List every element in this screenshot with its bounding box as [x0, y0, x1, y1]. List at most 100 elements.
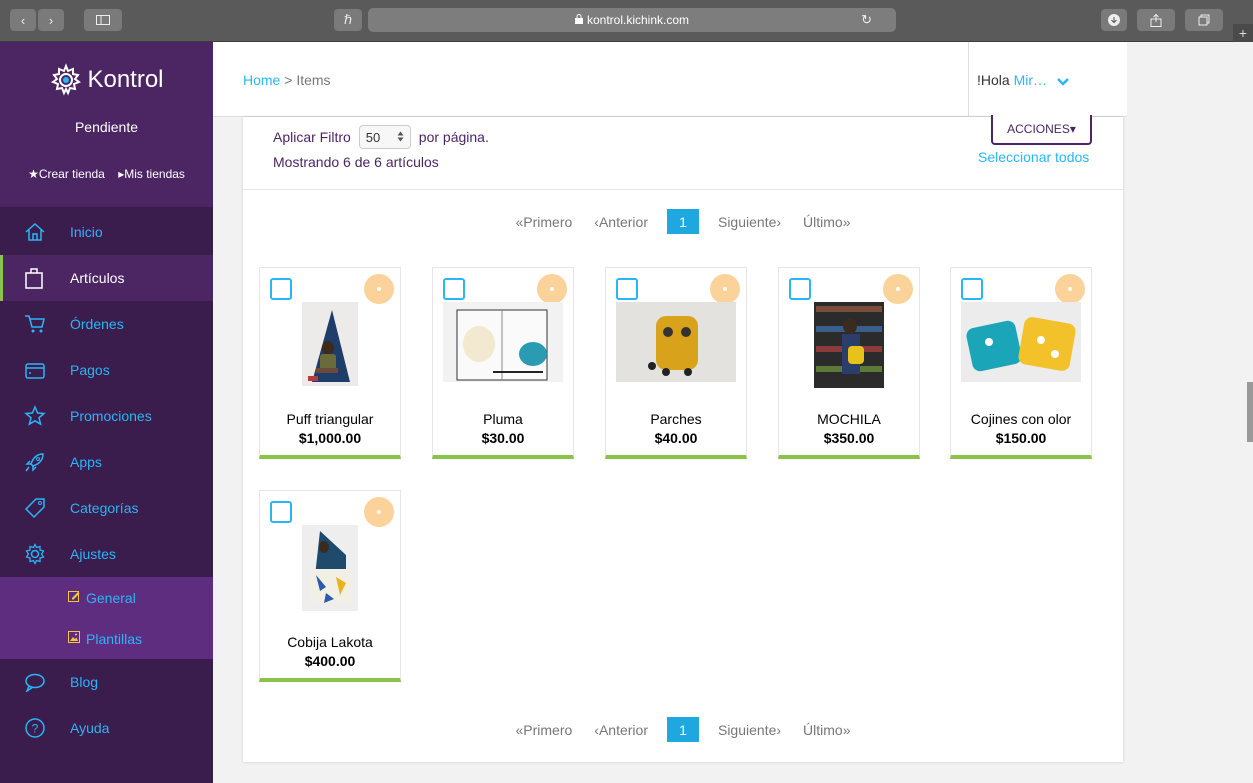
page-last-link[interactable]: Último» [803, 214, 850, 230]
pagination-bottom: «Primero ‹Anterior 1 Siguiente› Último» [243, 717, 1123, 742]
reader-button[interactable]: ℏ [334, 9, 362, 31]
item-checkbox[interactable] [789, 278, 811, 300]
user-greeting: !Hola Mir… [977, 72, 1069, 89]
new-tab-button[interactable]: + [1233, 24, 1253, 42]
back-button[interactable]: ‹ [10, 9, 36, 31]
item-price: $30.00 [481, 430, 525, 446]
item-card[interactable]: Pluma $30.00 [432, 267, 574, 459]
status-dot[interactable] [537, 274, 567, 304]
filter-label: Aplicar Filtro [273, 129, 351, 145]
page-prev-link[interactable]: ‹Anterior [594, 722, 648, 738]
item-card[interactable]: Cobija Lakota $400.00 [259, 490, 401, 682]
actions-button[interactable]: ACCIONES ▾ [991, 115, 1092, 145]
item-price: $350.00 [823, 430, 875, 446]
nav-item-blog[interactable]: Blog [0, 659, 213, 705]
item-checkbox[interactable] [443, 278, 465, 300]
nav-item-articulos[interactable]: Artículos [0, 255, 213, 301]
nav-item-ajustes[interactable]: Ajustes [0, 531, 213, 577]
status-dot[interactable] [364, 274, 394, 304]
nav-item-ayuda[interactable]: ? Ayuda [0, 705, 213, 751]
status-dot[interactable] [883, 274, 913, 304]
subnav-label: General [86, 589, 136, 606]
create-store-link[interactable]: ★Crear tienda [28, 167, 105, 181]
per-page-select[interactable]: 50 [358, 125, 411, 149]
download-button[interactable] [1101, 9, 1127, 31]
edit-icon [68, 590, 80, 605]
nav-label: Órdenes [70, 316, 124, 332]
item-image [616, 302, 736, 382]
browser-toolbar: ‹ › ℏ kontrol.kichink.com ↻ + [0, 0, 1253, 42]
sidebar: Kontrol Pendiente ★Crear tienda ▸Mis tie… [0, 42, 213, 783]
tabs-button[interactable] [1185, 9, 1223, 31]
share-button[interactable] [1137, 9, 1175, 31]
chat-icon [0, 672, 70, 692]
address-bar[interactable]: kontrol.kichink.com ↻ [368, 8, 896, 32]
item-checkbox[interactable] [616, 278, 638, 300]
item-checkbox[interactable] [270, 278, 292, 300]
breadcrumb-home-link[interactable]: Home [243, 72, 280, 88]
nav-label: Pagos [70, 362, 110, 378]
status-dot[interactable] [710, 274, 740, 304]
url-text: kontrol.kichink.com [586, 13, 690, 27]
nav-item-inicio[interactable]: Inicio [0, 209, 213, 255]
page-first-link[interactable]: «Primero [516, 722, 573, 738]
per-page-value: 50 [365, 129, 381, 145]
image-icon [68, 631, 80, 646]
nav-item-apps[interactable]: Apps [0, 439, 213, 485]
item-title: Cobija Lakota [287, 634, 373, 650]
page-next-link[interactable]: Siguiente› [718, 214, 781, 230]
item-title: Pluma [483, 411, 523, 427]
select-all-link[interactable]: Seleccionar todos [978, 149, 1089, 165]
page-current[interactable]: 1 [666, 717, 699, 742]
item-title: MOCHILA [817, 411, 881, 427]
nav-item-pagos[interactable]: Pagos [0, 347, 213, 393]
item-checkbox[interactable] [270, 501, 292, 523]
item-price: $40.00 [654, 430, 698, 446]
nav-item-ordenes[interactable]: Órdenes [0, 301, 213, 347]
item-card[interactable]: Parches $40.00 [605, 267, 747, 459]
nav-item-categorias[interactable]: Categorías [0, 485, 213, 531]
status-dot[interactable] [1055, 274, 1085, 304]
reload-icon[interactable]: ↻ [861, 12, 872, 28]
showing-count: Mostrando 6 de 6 artículos [273, 154, 439, 170]
item-card[interactable]: MOCHILA $350.00 [778, 267, 920, 459]
item-price: $1,000.00 [298, 430, 362, 446]
tag-icon [0, 497, 70, 519]
per-page-suffix: por página. [418, 129, 489, 145]
item-checkbox[interactable] [961, 278, 983, 300]
gear-logo-icon [51, 62, 82, 95]
my-stores-link[interactable]: ▸Mis tiendas [118, 167, 185, 181]
sidebar-toggle-button[interactable] [84, 9, 122, 31]
logo[interactable]: Kontrol [0, 42, 213, 117]
wallet-icon [0, 360, 70, 380]
item-image [302, 525, 358, 611]
page-next-link[interactable]: Siguiente› [718, 722, 781, 738]
item-title: Puff triangular [286, 411, 374, 427]
caret-down-icon: ▾ [1069, 122, 1076, 136]
scrollbar[interactable] [1247, 382, 1253, 442]
item-price: $150.00 [995, 430, 1047, 446]
nav-item-promociones[interactable]: Promociones [0, 393, 213, 439]
item-card[interactable]: Puff triangular $1,000.00 [259, 267, 401, 459]
page-last-link[interactable]: Último» [803, 722, 850, 738]
svg-text:?: ? [32, 722, 39, 736]
pagination-top: «Primero ‹Anterior 1 Siguiente› Último» [243, 209, 1123, 234]
forward-button[interactable]: › [38, 9, 64, 31]
subnav-item-general[interactable]: General [0, 577, 213, 618]
actions-label: ACCIONES [1007, 122, 1070, 136]
select-arrows-icon [397, 130, 404, 145]
nav-label: Inicio [70, 224, 103, 240]
breadcrumb-current: Items [296, 72, 331, 88]
page-first-link[interactable]: «Primero [516, 214, 573, 230]
status-dot[interactable] [364, 497, 394, 527]
store-block: Pendiente ★Crear tienda ▸Mis tiendas [0, 117, 213, 207]
filter-row: Aplicar Filtro 50 por página. [273, 125, 489, 149]
subnav-item-plantillas[interactable]: Plantillas [0, 618, 213, 659]
user-menu[interactable]: !Hola Mir… [968, 42, 1127, 117]
item-card[interactable]: Cojines con olor $150.00 [950, 267, 1092, 459]
page-current[interactable]: 1 [666, 209, 699, 234]
page-prev-link[interactable]: ‹Anterior [594, 214, 648, 230]
breadcrumb-separator: > [280, 72, 297, 88]
chevron-down-icon [1057, 73, 1069, 89]
star-icon [0, 405, 70, 427]
